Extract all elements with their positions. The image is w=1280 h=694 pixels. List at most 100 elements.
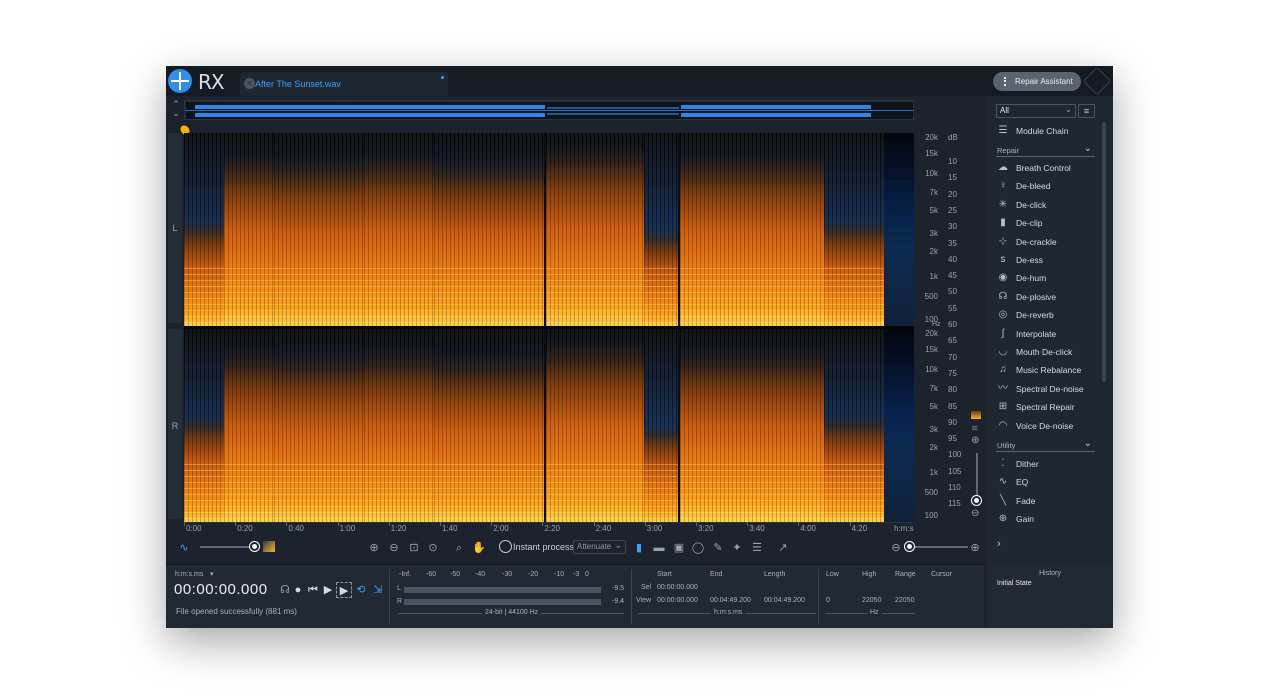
hz-tick-label: 5k bbox=[929, 206, 938, 215]
module-filter-select[interactable]: All bbox=[996, 103, 1076, 118]
module-item-label: De-reverb bbox=[1016, 310, 1054, 321]
brush-tool-icon[interactable]: ✎ bbox=[710, 540, 726, 556]
module-item-de-clip[interactable]: ▮ De-clip bbox=[996, 214, 1101, 232]
overview-waveform[interactable] bbox=[184, 100, 914, 120]
module-item-de-reverb[interactable]: ◎ De-reverb bbox=[996, 306, 1101, 324]
hz-tick-label: 100 bbox=[924, 511, 938, 520]
instant-process-toggle-icon[interactable] bbox=[499, 540, 512, 553]
spectral-energy-region bbox=[364, 133, 434, 326]
collapse-overview-icon[interactable]: ⌃ ⌄ bbox=[170, 100, 182, 118]
module-item-eq[interactable]: ∿ EQ bbox=[996, 473, 1101, 491]
view-end-value[interactable]: 00:04:49.200 bbox=[710, 597, 751, 604]
horizontal-zoom-in-icon[interactable]: ⊕ bbox=[967, 540, 983, 556]
module-item-label: Dither bbox=[1016, 459, 1039, 469]
view-length-value[interactable]: 00:04:49.200 bbox=[764, 597, 805, 604]
loop-icon[interactable]: ⟲ bbox=[353, 582, 369, 598]
time-tick bbox=[644, 522, 646, 526]
repair-section-header[interactable]: Repair bbox=[996, 143, 1095, 157]
waveform-toggle-icon[interactable]: ≋ bbox=[971, 423, 979, 434]
repair-assistant-button[interactable]: Repair Assistant bbox=[993, 72, 1081, 91]
fade-curve-icon[interactable]: ↗ bbox=[775, 540, 791, 556]
separator bbox=[389, 569, 390, 624]
horizontal-zoom-slider[interactable] bbox=[908, 546, 968, 548]
spectrogram-left-channel[interactable] bbox=[184, 133, 914, 326]
module-item-de-bleed[interactable]: ♀ De-bleed bbox=[996, 177, 1101, 195]
magnify-icon[interactable]: ⌕ bbox=[451, 540, 467, 556]
instant-process-label[interactable]: Instant process bbox=[513, 542, 574, 552]
eq-curve-icon: ∿ bbox=[998, 476, 1008, 488]
time-format-select[interactable]: h:m:s.ms bbox=[175, 571, 203, 578]
view-start-value[interactable]: 00:00:00.000 bbox=[657, 597, 698, 604]
gain-icon: ⊕ bbox=[998, 513, 1008, 525]
zoom-fit-icon[interactable]: ⊙ bbox=[425, 540, 441, 556]
harmonic-selection-icon[interactable]: ☰ bbox=[749, 540, 765, 556]
module-item-dither[interactable]: ⁚ Dither bbox=[996, 455, 1101, 473]
spectral-energy-region bbox=[546, 133, 644, 326]
module-item-spectral-de-noise[interactable]: 〰 Spectral De-noise bbox=[996, 380, 1101, 398]
module-item-de-hum[interactable]: ◉ De-hum bbox=[996, 269, 1101, 287]
vertical-zoom-in-icon[interactable]: ⊕ bbox=[971, 435, 979, 446]
time-frequency-selection-tool-icon[interactable]: ▣ bbox=[671, 540, 687, 556]
module-item-de-crackle[interactable]: ⊹ De-crackle bbox=[996, 233, 1101, 251]
hz-tick-label: 5k bbox=[929, 402, 938, 411]
module-item-de-click[interactable]: ✳ De-click bbox=[996, 196, 1101, 214]
chevron-down-icon[interactable]: ▾ bbox=[210, 570, 214, 578]
colormap-swatch-icon[interactable] bbox=[971, 411, 981, 419]
vertical-zoom-out-icon[interactable]: ⊖ bbox=[971, 508, 979, 519]
time-tick-label: 1:40 bbox=[442, 524, 458, 533]
spectrogram-right-channel[interactable] bbox=[184, 329, 914, 522]
sel-start-value[interactable]: 00:00:00.000 bbox=[657, 584, 698, 591]
module-item-fade[interactable]: ╲ Fade bbox=[996, 492, 1101, 510]
zoom-selection-icon[interactable]: ⊡ bbox=[406, 540, 422, 556]
module-item-de-ess[interactable]: ꜱ De-ess bbox=[996, 251, 1101, 269]
module-list-scrollbar[interactable] bbox=[1102, 122, 1106, 382]
module-item-interpolate[interactable]: ∫ Interpolate bbox=[996, 325, 1101, 343]
time-ruler[interactable]: h:m:s 0:00 0:20 0:40 1:00 1:20 1:40 2:00 2:20 2:… bbox=[184, 522, 914, 534]
spectrogram-view-icon[interactable] bbox=[263, 541, 275, 552]
frequency-selection-tool-icon[interactable]: ▬ bbox=[651, 540, 667, 556]
time-selection-tool-icon[interactable]: ▮ bbox=[631, 540, 647, 556]
spectrogram-display[interactable] bbox=[184, 133, 914, 523]
range-value[interactable]: 22050 bbox=[895, 597, 914, 604]
record-icon[interactable]: ● bbox=[290, 582, 306, 598]
module-item-spectral-repair[interactable]: ⊞ Spectral Repair bbox=[996, 398, 1101, 416]
play-icon[interactable]: ▶ bbox=[320, 582, 336, 598]
waveform-spectrogram-blend-slider[interactable] bbox=[200, 546, 255, 548]
vertical-zoom-track[interactable] bbox=[976, 453, 978, 497]
channel-left-strip[interactable]: L bbox=[168, 133, 182, 323]
close-circle-icon[interactable]: × bbox=[244, 78, 255, 89]
module-item-breath-control[interactable]: ☁ Breath Control bbox=[996, 159, 1101, 177]
vertical-zoom-knob[interactable] bbox=[972, 496, 981, 505]
horizontal-zoom-out-icon[interactable]: ⊖ bbox=[888, 540, 904, 556]
module-chain-item[interactable]: ☰ Module Chain bbox=[996, 122, 1101, 140]
status-message: File opened successfully (881 ms) bbox=[176, 607, 297, 616]
module-item-mouth-de-click[interactable]: ◡ Mouth De-click bbox=[996, 343, 1101, 361]
skip-to-start-icon[interactable]: ⏮ bbox=[305, 582, 321, 598]
channel-right-strip[interactable]: R bbox=[168, 329, 182, 519]
low-value[interactable]: 0 bbox=[826, 597, 830, 604]
module-item-gain[interactable]: ⊕ Gain bbox=[996, 510, 1101, 528]
lasso-tool-icon[interactable]: ◯ bbox=[690, 540, 706, 556]
high-value[interactable]: 22050 bbox=[862, 597, 881, 604]
blend-slider-knob[interactable] bbox=[250, 542, 259, 551]
utility-section-header[interactable]: Utility bbox=[996, 438, 1095, 452]
chevron-right-icon[interactable]: › bbox=[997, 538, 1001, 550]
module-item-voice-de-noise[interactable]: ◠ Voice De-noise bbox=[996, 417, 1101, 435]
follow-playhead-icon[interactable]: ⇲ bbox=[370, 582, 386, 598]
instant-process-mode-select[interactable]: Attenuate bbox=[573, 539, 626, 554]
zoom-out-icon[interactable]: ⊖ bbox=[386, 540, 402, 556]
hand-grab-icon[interactable]: ✋ bbox=[471, 540, 487, 556]
rx-window: RX × After The Sunset.wav Repair Assista… bbox=[166, 66, 1113, 628]
hamburger-menu-icon[interactable]: ≡ bbox=[1078, 104, 1095, 118]
magic-wand-icon[interactable]: ✦ bbox=[729, 540, 745, 556]
play-selection-icon[interactable]: ▶ bbox=[336, 582, 352, 598]
module-item-de-plosive[interactable]: ☊ De-plosive bbox=[996, 288, 1101, 306]
waveform-view-icon[interactable]: ∿ bbox=[176, 540, 192, 556]
module-item-music-rebalance[interactable]: ♫ Music Rebalance bbox=[996, 361, 1101, 379]
history-item[interactable]: Initial State bbox=[997, 580, 1032, 587]
title-bar: RX × After The Sunset.wav Repair Assista… bbox=[166, 66, 1113, 96]
horizontal-zoom-knob[interactable] bbox=[905, 542, 914, 551]
zoom-in-icon[interactable]: ⊕ bbox=[366, 540, 382, 556]
start-header: Start bbox=[657, 571, 672, 578]
file-tab[interactable]: × After The Sunset.wav bbox=[240, 72, 448, 96]
